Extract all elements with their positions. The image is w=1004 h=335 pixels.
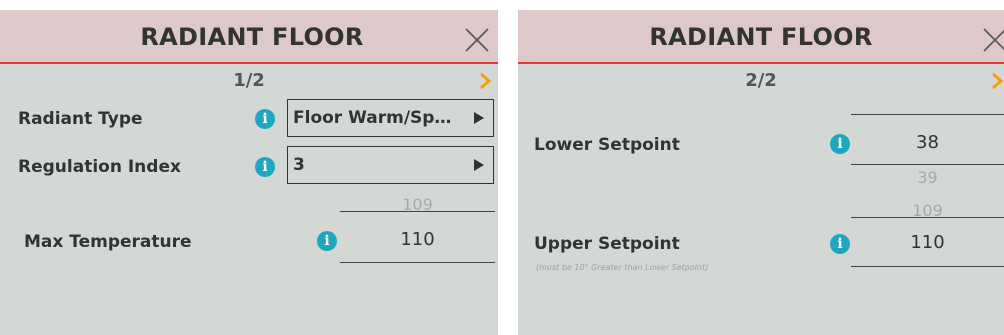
triangle-right-icon [474,159,484,171]
info-icon[interactable]: i [255,157,275,177]
info-icon[interactable]: i [317,231,337,251]
panel-title: RADIANT FLOOR [140,23,364,51]
close-icon[interactable] [982,27,1004,53]
upper-setpoint-label: Upper Setpoint [534,234,680,254]
radiant-floor-panel-page-1: RADIANT FLOOR 1/2 Radiant Type i Floor W… [0,10,498,335]
radiant-type-dropdown[interactable]: Floor Warm/Sp… [287,99,494,137]
chevron-right-icon[interactable] [990,72,1004,90]
regulation-index-label: Regulation Index [18,157,181,177]
info-icon[interactable]: i [830,134,850,154]
page-indicator: 2/2 [745,70,777,91]
max-temperature-picker[interactable]: 110 [340,229,495,250]
radiant-type-value: Floor Warm/Sp… [293,108,452,128]
info-icon[interactable]: i [830,234,850,254]
radiant-type-label: Radiant Type [18,109,143,129]
lower-setpoint-label: Lower Setpoint [534,135,680,155]
upper-setpoint-picker[interactable]: 110 [851,232,1004,253]
panel-header: RADIANT FLOOR [0,10,498,64]
radiant-floor-panel-page-2: RADIANT FLOOR 2/2 Lower Setpoint i 38 39… [518,10,1004,335]
picker-bottom-rule [851,164,1004,165]
page-indicator: 1/2 [233,70,265,91]
close-icon[interactable] [464,27,490,53]
lower-setpoint-next-value: 39 [917,168,938,187]
panel-title: RADIANT FLOOR [649,23,873,51]
picker-bottom-rule [851,266,1004,267]
panel-header: RADIANT FLOOR [518,10,1004,64]
max-temperature-label: Max Temperature [24,232,192,252]
picker-top-rule [340,211,495,212]
lower-setpoint-picker[interactable]: 38 [851,132,1004,153]
chevron-right-icon[interactable] [478,72,492,90]
regulation-index-dropdown[interactable]: 3 [287,146,494,184]
picker-top-rule [851,217,1004,218]
triangle-right-icon [474,112,484,124]
regulation-index-value: 3 [293,155,305,175]
picker-top-rule [851,114,1004,115]
picker-bottom-rule [340,262,495,263]
info-icon[interactable]: i [255,109,275,129]
upper-setpoint-note: (must be 10° Greater than Lower Setpoint… [536,263,709,272]
